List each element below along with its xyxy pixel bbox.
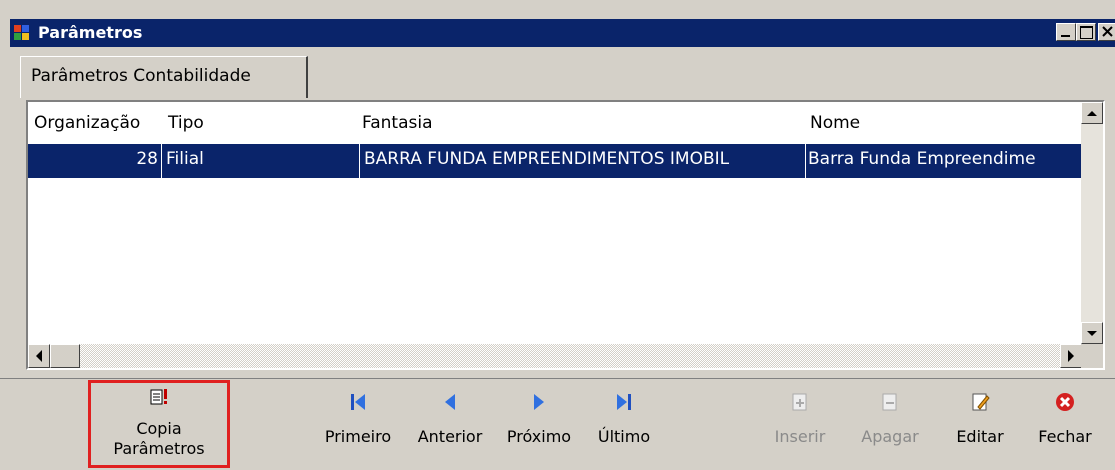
scrollbar-corner: [1081, 344, 1103, 368]
editar-label: Editar: [956, 427, 1004, 446]
column-separator: [161, 144, 162, 178]
tab-parametros-contabilidade[interactable]: Parâmetros Contabilidade: [20, 56, 308, 98]
proximo-label: Próximo: [506, 427, 572, 446]
column-header-tipo[interactable]: Tipo: [168, 113, 204, 133]
arrow-left-icon: [36, 350, 42, 362]
table-row[interactable]: 28 Filial BARRA FUNDA EMPREENDIMENTOS IM…: [28, 144, 1082, 178]
close-icon: [1102, 26, 1113, 37]
apagar-label: Apagar: [861, 427, 919, 446]
cell-fantasia: BARRA FUNDA EMPREENDIMENTOS IMOBIL: [364, 149, 730, 169]
inserir-label: Inserir: [774, 427, 826, 446]
ultimo-label: Último: [597, 427, 651, 446]
data-grid[interactable]: Organização Tipo Fantasia Nome 28 Filial…: [26, 100, 1105, 370]
horizontal-scrollbar[interactable]: [28, 344, 1082, 368]
maximize-icon: [1080, 26, 1093, 39]
tab-label: Parâmetros Contabilidade: [31, 66, 251, 86]
cell-organizacao: 28: [136, 149, 158, 169]
vertical-scrollbar[interactable]: [1081, 102, 1103, 344]
column-separator: [805, 144, 806, 178]
inserir-button[interactable]: Inserir: [770, 379, 830, 467]
cell-tipo: Filial: [166, 149, 204, 169]
title-bar[interactable]: Parâmetros: [10, 19, 1115, 47]
close-circle-icon: [1056, 393, 1074, 411]
proximo-button[interactable]: Próximo: [497, 379, 581, 467]
fechar-button[interactable]: Fechar: [1030, 379, 1100, 467]
primeiro-button[interactable]: Primeiro: [318, 379, 398, 467]
apagar-button[interactable]: Apagar: [855, 379, 925, 467]
app-icon: [14, 25, 30, 41]
scroll-thumb[interactable]: [50, 344, 80, 368]
first-record-icon: [351, 394, 365, 410]
cell-nome: Barra Funda Empreendime: [808, 149, 1036, 169]
arrow-down-icon: [1087, 331, 1097, 336]
minimize-button[interactable]: [1056, 23, 1076, 41]
previous-record-icon: [445, 394, 455, 410]
maximize-button[interactable]: [1076, 23, 1096, 41]
highlight-box: [88, 380, 230, 468]
edit-record-icon: [972, 393, 990, 411]
window-title: Parâmetros: [38, 23, 143, 42]
fechar-label: Fechar: [1038, 427, 1092, 446]
column-header-organizacao[interactable]: Organização: [34, 113, 140, 133]
scroll-left-button[interactable]: [28, 344, 50, 368]
column-header-fantasia[interactable]: Fantasia: [362, 113, 433, 133]
scroll-down-button[interactable]: [1081, 322, 1103, 344]
minimize-icon: [1061, 35, 1070, 37]
close-window-button[interactable]: [1098, 23, 1115, 41]
arrow-right-icon: [1068, 350, 1074, 362]
scroll-up-button[interactable]: [1081, 102, 1103, 124]
parametros-window: Parâmetros Parâmetros Contabilidade Orga…: [0, 0, 1115, 469]
ultimo-button[interactable]: Último: [588, 379, 660, 467]
primeiro-label: Primeiro: [324, 427, 392, 446]
editar-button[interactable]: Editar: [945, 379, 1015, 467]
next-record-icon: [534, 394, 544, 410]
insert-record-icon: [792, 393, 807, 411]
column-header-nome[interactable]: Nome: [810, 113, 860, 133]
column-separator: [359, 144, 360, 178]
last-record-icon: [617, 394, 631, 410]
anterior-label: Anterior: [417, 427, 483, 446]
anterior-button[interactable]: Anterior: [405, 379, 495, 467]
delete-record-icon: [882, 393, 897, 411]
scroll-right-button[interactable]: [1060, 344, 1082, 368]
arrow-up-icon: [1087, 111, 1097, 116]
